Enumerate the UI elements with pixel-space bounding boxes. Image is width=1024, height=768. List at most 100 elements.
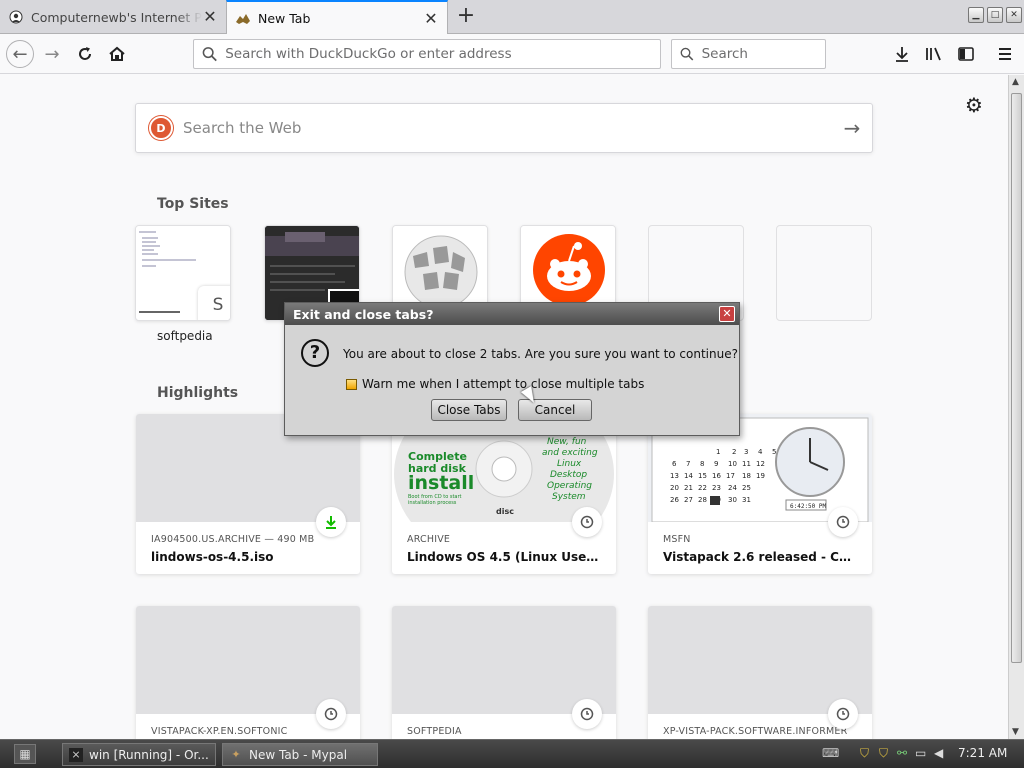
display-icon[interactable]: ▭ <box>915 746 926 760</box>
svg-text:20: 20 <box>670 484 679 492</box>
svg-text:18: 18 <box>742 472 751 480</box>
home-icon <box>109 46 125 61</box>
scroll-down-icon[interactable]: ▼ <box>1012 727 1019 737</box>
sidebar-button[interactable] <box>952 40 980 68</box>
reload-button[interactable] <box>71 40 99 68</box>
tab-title: Computernewb's Internet Pa <box>31 9 202 25</box>
tab-new-tab[interactable]: New Tab ✕ <box>226 0 448 35</box>
card-source: IA904500.US.ARCHIVE — 490 MB <box>151 534 315 545</box>
minimize-window-button[interactable]: ▁ <box>968 7 984 23</box>
clock-icon <box>828 699 858 729</box>
dialog-close-button[interactable]: ✕ <box>719 306 735 322</box>
back-button[interactable]: ← <box>6 40 34 68</box>
svg-text:9: 9 <box>714 460 718 468</box>
arrow-right-icon[interactable]: → <box>832 116 872 140</box>
task-label: win [Running] - Or... <box>89 747 209 762</box>
taskbar-clock[interactable]: 7:21 AM <box>958 746 1007 760</box>
shield-icon[interactable]: ⛉ <box>879 746 888 761</box>
network-icon[interactable]: ⚯ <box>897 746 907 760</box>
svg-text:15: 15 <box>698 472 707 480</box>
svg-text:Linux: Linux <box>557 459 582 469</box>
web-search-input[interactable] <box>183 119 832 137</box>
card-source: SOFTPEDIA <box>407 726 462 737</box>
tab-computernewb[interactable]: Computernewb's Internet Pa ✕ <box>0 0 226 34</box>
top-site-softpedia[interactable]: S <box>135 225 231 321</box>
new-tab-button[interactable]: + <box>452 4 480 30</box>
disc-text-install: install <box>408 472 474 494</box>
question-icon: ? <box>301 339 329 367</box>
clock-icon <box>828 507 858 537</box>
volume-icon[interactable]: ◀ <box>934 746 943 760</box>
search-bar[interactable] <box>671 39 826 69</box>
globe-icon <box>8 9 24 25</box>
svg-text:1: 1 <box>716 448 720 456</box>
library-icon <box>926 47 941 61</box>
gear-icon[interactable]: ⚙ <box>965 93 983 117</box>
svg-text:installation process: installation process <box>408 500 457 506</box>
sidebar-icon <box>958 47 974 61</box>
reload-icon <box>79 47 91 60</box>
svg-text:23: 23 <box>712 484 721 492</box>
svg-text:17: 17 <box>726 472 735 480</box>
taskbar-task-virtualbox[interactable]: ⨯ win [Running] - Or... <box>62 743 216 766</box>
highlight-card[interactable]: VISTAPACK-XP.EN.SOFTONIC <box>136 606 360 739</box>
svg-text:3: 3 <box>744 448 748 456</box>
keyboard-icon[interactable]: ⌨ <box>822 746 839 760</box>
menu-button[interactable] <box>991 40 1019 68</box>
clock-icon <box>316 699 346 729</box>
dialog-title: Exit and close tabs? <box>293 307 434 322</box>
highlights-heading: Highlights <box>157 385 239 401</box>
card-source: MSFN <box>663 534 691 545</box>
warn-checkbox-row[interactable]: Warn me when I attempt to close multiple… <box>346 377 644 391</box>
url-input[interactable] <box>225 46 660 62</box>
vertical-scrollbar[interactable]: ▲ ▼ <box>1008 75 1024 739</box>
start-menu-button[interactable]: ▦ <box>14 744 36 764</box>
duckduckgo-icon: D <box>149 116 173 140</box>
svg-text:31: 31 <box>742 496 751 504</box>
taskbar-task-mypal[interactable]: ✦ New Tab - Mypal <box>222 743 378 766</box>
card-source: ARCHIVE <box>407 534 451 545</box>
close-window-button[interactable]: ✕ <box>1006 7 1022 23</box>
scroll-up-icon[interactable]: ▲ <box>1012 77 1019 87</box>
close-tab-icon[interactable]: ✕ <box>423 10 439 27</box>
warn-checkbox[interactable] <box>346 378 357 390</box>
url-bar[interactable] <box>193 39 661 69</box>
shield-icon[interactable]: ⛉ <box>860 746 869 761</box>
svg-text:New, fun: New, fun <box>547 437 587 447</box>
navigation-toolbar: ← → <box>0 34 1024 74</box>
taskbar: ▦ ⨯ win [Running] - Or... ✦ New Tab - My… <box>0 739 1024 768</box>
highlight-card[interactable]: Complete hard disk install Boot from CD … <box>392 414 616 574</box>
hamburger-icon <box>999 48 1011 60</box>
highlight-card[interactable]: 12345 6 7 8 9 10 11 12 13 14 15 16 17 18 19 20 21 22 23… <box>648 414 872 574</box>
card-title: Vistapack 2.6 released - Customi... <box>663 550 857 564</box>
home-button[interactable] <box>103 40 131 68</box>
close-tabs-button[interactable]: Close Tabs <box>431 399 507 421</box>
svg-text:14: 14 <box>684 472 693 480</box>
mypal-icon: ✦ <box>231 747 241 761</box>
library-button[interactable] <box>920 40 948 68</box>
search-icon <box>202 47 217 62</box>
web-search-box[interactable]: D → <box>135 103 873 153</box>
search-icon <box>680 47 694 61</box>
maximize-window-button[interactable]: □ <box>987 7 1003 23</box>
card-source: VISTAPACK-XP.EN.SOFTONIC <box>151 726 288 737</box>
highlight-card[interactable]: SOFTPEDIA <box>392 606 616 739</box>
warn-checkbox-label: Warn me when I attempt to close multiple… <box>362 377 645 391</box>
svg-text:28: 28 <box>698 496 707 504</box>
search-input[interactable] <box>701 46 825 62</box>
forward-button[interactable]: → <box>38 40 66 68</box>
top-site-empty[interactable] <box>776 225 872 321</box>
dialog-titlebar: Exit and close tabs? ✕ <box>285 303 739 325</box>
svg-text:7: 7 <box>686 460 690 468</box>
svg-text:Operating: Operating <box>547 481 592 491</box>
downloads-button[interactable] <box>888 40 916 68</box>
close-tab-icon[interactable]: ✕ <box>202 9 218 25</box>
tab-title: New Tab <box>258 11 311 26</box>
highlight-card[interactable]: XP-VISTA-PACK.SOFTWARE.INFORMER <box>648 606 872 739</box>
svg-text:26: 26 <box>670 496 679 504</box>
svg-text:22: 22 <box>698 484 707 492</box>
highlight-card[interactable]: IA904500.US.ARCHIVE — 490 MB lindows-os-… <box>136 414 360 574</box>
svg-text:10: 10 <box>728 460 737 468</box>
card-image <box>136 606 360 714</box>
scrollbar-thumb[interactable] <box>1011 93 1022 663</box>
